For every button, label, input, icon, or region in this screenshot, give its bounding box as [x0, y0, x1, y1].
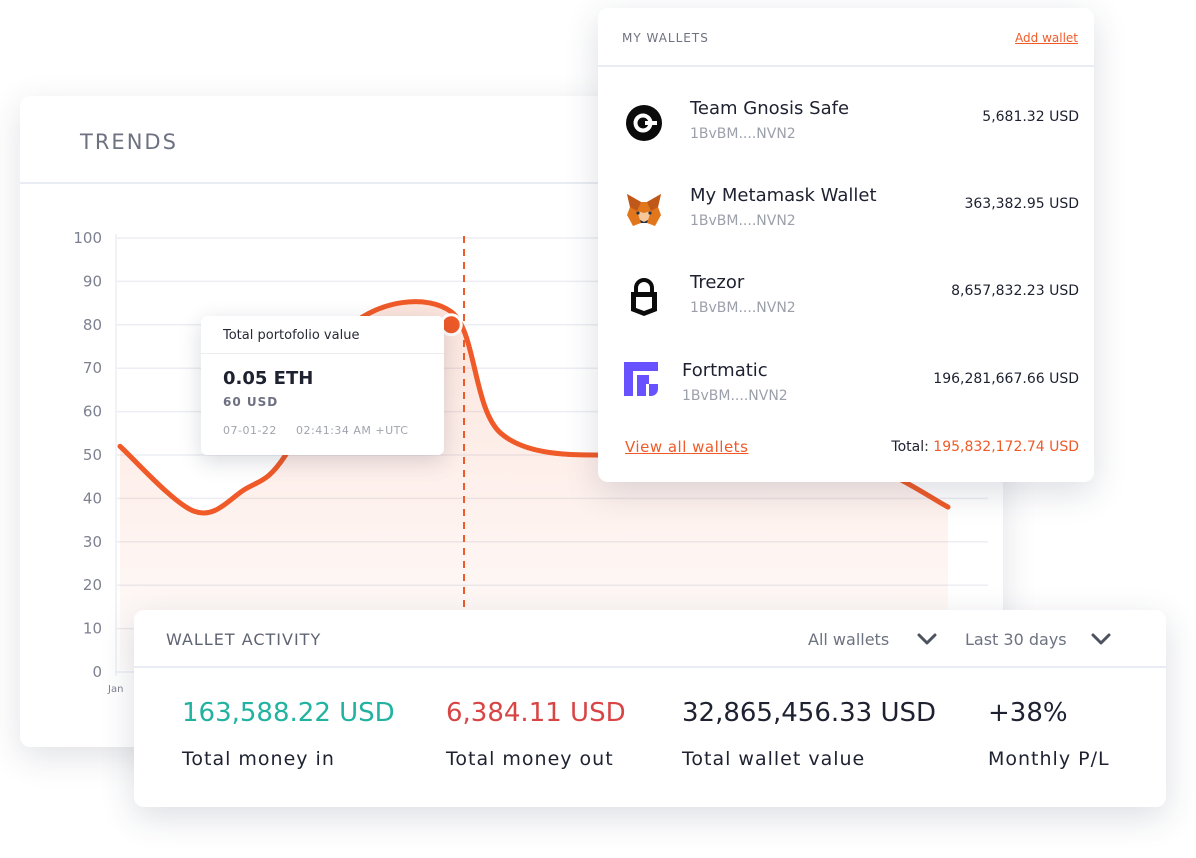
- wallets-total-value: 195,832,172.74 USD: [933, 439, 1079, 455]
- chart-y-tick-label: 100: [73, 229, 102, 247]
- activity-header: WALLET ACTIVITY All wallets Last 30 days: [134, 610, 1166, 668]
- wallet-name: My Metamask Wallet: [690, 185, 877, 206]
- wallet-item-fortmatic[interactable]: Fortmatic 1BvBM....NVN2 196,281,667.66 U…: [598, 356, 1094, 426]
- gnosis-safe-icon: [626, 105, 662, 141]
- stat-value: +38%: [988, 698, 1068, 728]
- tooltip-heading: Total portofolio value: [201, 316, 444, 354]
- chart-highlight-point[interactable]: [439, 313, 463, 337]
- wallet-name: Trezor: [690, 272, 745, 293]
- stat-wallet-value: 32,865,456.33 USD Total wallet value: [682, 698, 936, 770]
- trezor-lock-icon: [631, 278, 657, 316]
- chart-y-tick-label: 40: [83, 489, 102, 507]
- wallet-item-gnosis[interactable]: Team Gnosis Safe 1BvBM....NVN2 5,681.32 …: [598, 94, 1094, 164]
- chart-tooltip: Total portofolio value 0.05 ETH 60 USD 0…: [201, 316, 444, 455]
- wallet-filter-dropdown[interactable]: All wallets: [808, 630, 889, 649]
- chart-y-tick-label: 90: [83, 272, 102, 290]
- chart-y-tick-label: 80: [83, 316, 102, 334]
- stat-label: Total money out: [446, 748, 614, 770]
- fortmatic-icon: [624, 362, 658, 396]
- wallets-header: MY WALLETS Add wallet: [598, 8, 1094, 67]
- chevron-down-icon[interactable]: [1090, 632, 1112, 646]
- stat-value: 32,865,456.33 USD: [682, 698, 937, 728]
- wallet-activity-panel: WALLET ACTIVITY All wallets Last 30 days…: [134, 610, 1166, 807]
- tooltip-time: 02:41:34 AM +UTC: [296, 424, 409, 437]
- add-wallet-link[interactable]: Add wallet: [1015, 31, 1078, 45]
- wallets-total: Total: 195,832,172.74 USD: [891, 439, 1079, 455]
- wallet-address: 1BvBM....NVN2: [690, 213, 796, 229]
- chart-y-tick-label: 30: [83, 533, 102, 551]
- chart-y-axis: 1009080706050403020100: [73, 229, 102, 681]
- stat-label: Total money in: [182, 748, 335, 770]
- chart-y-tick-label: 60: [83, 403, 102, 421]
- stat-label: Monthly P/L: [988, 748, 1110, 770]
- wallet-address: 1BvBM....NVN2: [682, 388, 788, 404]
- chart-y-tick-label: 50: [83, 446, 102, 464]
- stat-money-in: 163,588.22 USD Total money in: [182, 698, 395, 770]
- wallet-amount: 196,281,667.66 USD: [933, 371, 1079, 387]
- chart-y-tick-label: 0: [92, 663, 102, 681]
- wallet-item-trezor[interactable]: Trezor 1BvBM....NVN2 8,657,832.23 USD: [598, 268, 1094, 338]
- tooltip-eth-value: 0.05 ETH: [223, 368, 314, 389]
- wallet-name: Fortmatic: [682, 360, 768, 381]
- my-wallets-panel: MY WALLETS Add wallet Team Gnosis Safe 1…: [598, 8, 1094, 482]
- chart-y-tick-label: 20: [83, 576, 102, 594]
- wallets-total-label: Total:: [891, 439, 929, 455]
- stat-value: 163,588.22 USD: [182, 698, 395, 728]
- stat-label: Total wallet value: [682, 748, 866, 770]
- stat-monthly-pl: +38% Monthly P/L: [988, 698, 1110, 770]
- tooltip-usd-value: 60 USD: [223, 395, 279, 409]
- wallets-title: MY WALLETS: [622, 31, 709, 45]
- wallet-amount: 363,382.95 USD: [964, 196, 1079, 212]
- wallet-item-metamask[interactable]: My Metamask Wallet 1BvBM....NVN2 363,382…: [598, 181, 1094, 251]
- chart-y-tick-label: 10: [83, 620, 102, 638]
- chart-y-tick-label: 70: [83, 359, 102, 377]
- activity-title: WALLET ACTIVITY: [166, 630, 322, 649]
- chart-x-tick-label: Jan: [107, 684, 123, 695]
- wallet-amount: 8,657,832.23 USD: [951, 283, 1079, 299]
- wallet-amount: 5,681.32 USD: [982, 109, 1079, 125]
- stat-money-out: 6,384.11 USD Total money out: [446, 698, 626, 770]
- wallet-address: 1BvBM....NVN2: [690, 126, 796, 142]
- wallet-address: 1BvBM....NVN2: [690, 300, 796, 316]
- metamask-fox-icon: [627, 194, 661, 226]
- view-all-wallets-link[interactable]: View all wallets: [625, 438, 748, 456]
- stat-value: 6,384.11 USD: [446, 698, 626, 728]
- chevron-down-icon[interactable]: [916, 632, 938, 646]
- tooltip-date: 07-01-22: [223, 424, 277, 437]
- period-filter-dropdown[interactable]: Last 30 days: [965, 630, 1067, 649]
- wallet-name: Team Gnosis Safe: [690, 98, 850, 119]
